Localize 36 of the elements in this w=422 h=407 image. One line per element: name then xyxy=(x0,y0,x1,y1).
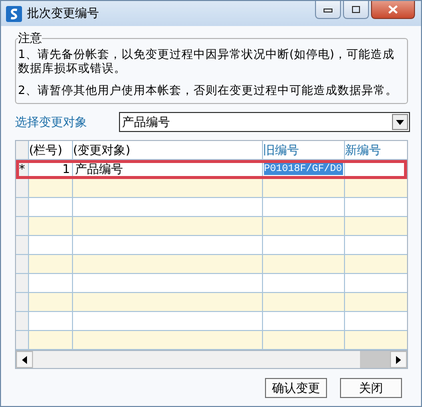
close-button[interactable] xyxy=(371,1,415,19)
maximize-icon xyxy=(351,5,361,14)
minimize-button[interactable] xyxy=(315,1,341,19)
target-label: 选择变更对象 xyxy=(15,114,88,130)
horizontal-scrollbar[interactable] xyxy=(16,350,407,368)
row-marker: * xyxy=(16,160,29,179)
scroll-thumb[interactable] xyxy=(360,351,390,368)
notice-legend: 注意 xyxy=(18,30,42,47)
row-header xyxy=(16,331,29,350)
dialog-button[interactable]: 关闭 xyxy=(340,378,402,398)
window-title: 批次变更编号 xyxy=(27,5,99,22)
minimize-icon xyxy=(323,6,333,12)
row-header xyxy=(16,198,29,217)
close-icon xyxy=(388,5,398,14)
notice-text: 1、请先备份帐套，以免变更过程中因异常状况中断(如停电)，可能造成数据库损坏或错误。 xyxy=(18,47,396,75)
column-header: 新编号 xyxy=(345,141,407,160)
target-dropdown[interactable]: 产品编号 xyxy=(119,112,410,132)
column-header: (变更对象) xyxy=(73,141,263,160)
notice-text: 2、请暂停其他用户使用本帐套，否则在变更过程中可能造成数据异常。 xyxy=(18,83,398,97)
row-header xyxy=(16,255,29,274)
row-header xyxy=(16,312,29,331)
row-header xyxy=(16,179,29,198)
row-header xyxy=(16,293,29,312)
dropdown-arrow-icon xyxy=(396,120,404,124)
row-header xyxy=(16,236,29,255)
row-header xyxy=(16,274,29,293)
scroll-left-icon xyxy=(22,356,27,364)
app-logo-icon xyxy=(6,6,22,22)
column-header: (栏号) xyxy=(29,141,73,160)
column-header: 旧编号 xyxy=(263,141,345,160)
row-header xyxy=(16,217,29,236)
grid-corner xyxy=(16,141,29,160)
table-cell[interactable]: P01018F/GF/D0 xyxy=(263,160,345,179)
scroll-right-icon xyxy=(396,356,401,364)
maximize-button[interactable] xyxy=(343,1,369,19)
dialog-button[interactable]: 确认变更 xyxy=(265,378,327,398)
